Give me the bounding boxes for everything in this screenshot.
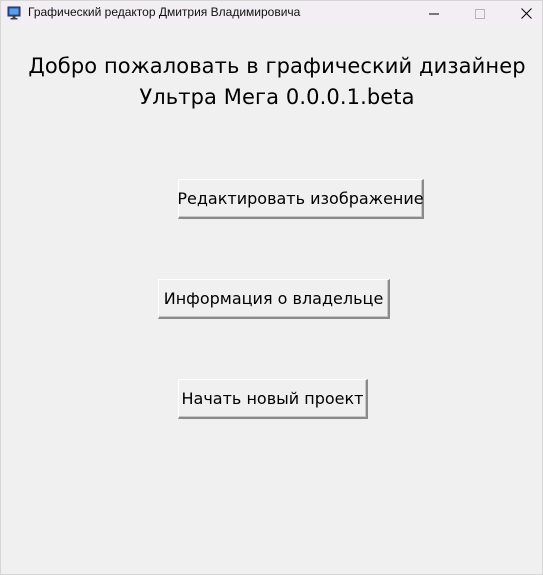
maximize-icon — [475, 4, 485, 23]
app-window: Графический редактор Дмитрия Владимирови… — [0, 0, 543, 575]
title-bar[interactable]: Графический редактор Дмитрия Владимирови… — [1, 1, 542, 25]
edit-image-button[interactable]: Редактировать изображение — [177, 179, 424, 219]
welcome-heading: Добро пожаловать в графический дизайнер … — [1, 51, 543, 113]
new-project-button[interactable]: Начать новый проект — [178, 379, 368, 419]
close-button[interactable] — [503, 1, 543, 25]
app-monitor-icon — [7, 5, 21, 20]
welcome-heading-line2: Ультра Мега 0.0.0.1.beta — [139, 85, 415, 109]
minimize-icon — [429, 4, 439, 23]
owner-info-button[interactable]: Информация о владельце — [158, 279, 390, 319]
welcome-heading-line1: Добро пожаловать в графический дизайнер — [28, 54, 526, 78]
minimize-button[interactable] — [411, 1, 457, 25]
close-icon — [520, 4, 532, 23]
maximize-button — [457, 1, 503, 25]
window-title: Графический редактор Дмитрия Владимирови… — [28, 5, 301, 19]
